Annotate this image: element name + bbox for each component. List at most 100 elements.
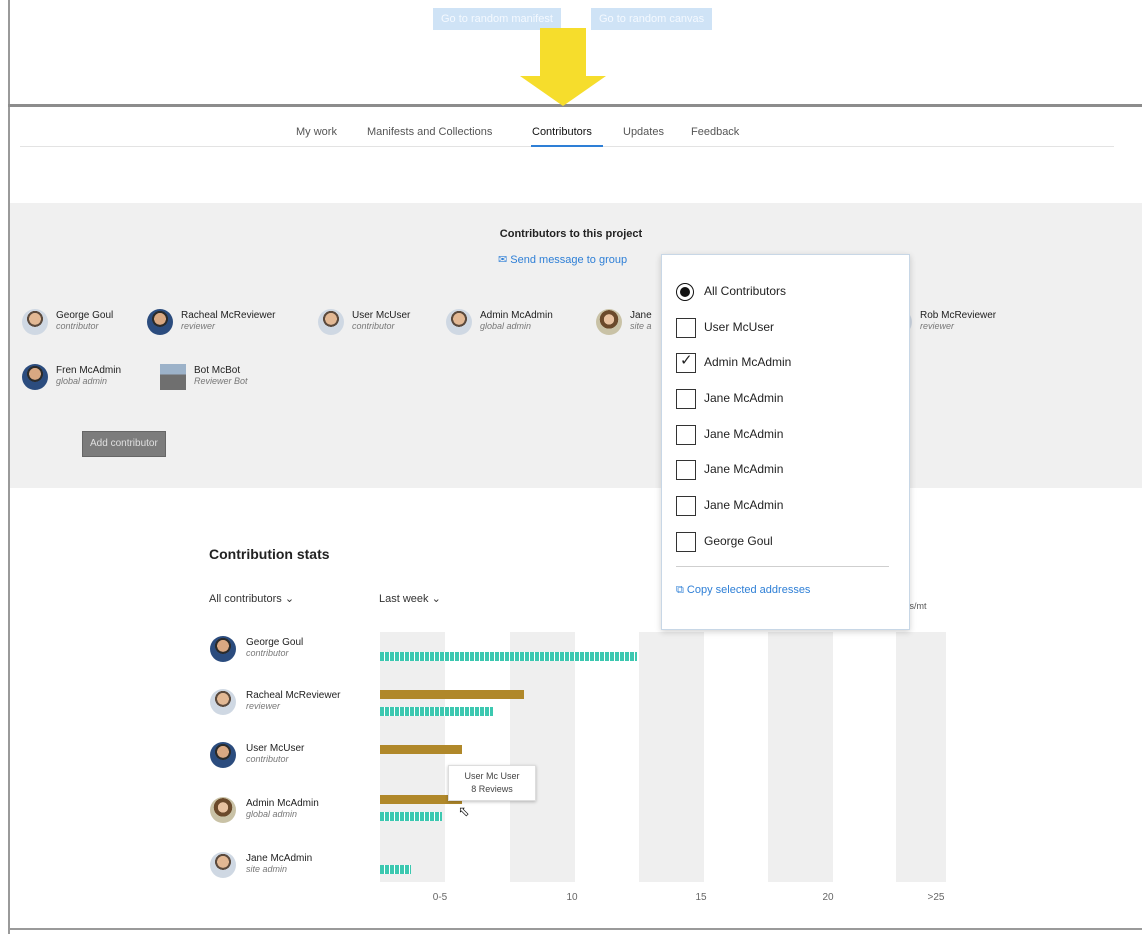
bar-teal-4[interactable] [380, 865, 411, 874]
mail-icon: ✉ [498, 254, 508, 266]
stats-name: Admin McAdmin [246, 798, 319, 809]
stats-role: contributor [246, 648, 289, 658]
checkbox[interactable] [676, 496, 696, 516]
random-manifest-button[interactable]: Go to random manifest [433, 8, 561, 30]
contributors-filter-label: All contributors [209, 593, 282, 605]
chevron-down-icon: ⌄ [431, 593, 441, 605]
avatar [210, 689, 236, 715]
radio-selected-icon [676, 283, 694, 301]
avatar [147, 309, 173, 335]
contributor-role: contributor [56, 321, 99, 331]
bar-gold-1[interactable] [380, 690, 524, 699]
option-label: Jane McAdmin [704, 498, 784, 512]
checkbox[interactable] [676, 532, 696, 552]
active-tab-indicator [531, 145, 603, 147]
option-label: Jane McAdmin [704, 391, 784, 405]
checkbox[interactable] [676, 389, 696, 409]
chevron-down-icon: ⌄ [284, 593, 295, 605]
avatar [210, 852, 236, 878]
tab-contributors[interactable]: Contributors [532, 126, 592, 138]
stats-name: George Goul [246, 637, 304, 648]
avatar [446, 309, 472, 335]
contributor-name: Racheal McReviewer [181, 310, 276, 321]
chart-band [639, 632, 704, 882]
send-message-label: Send message to group [510, 254, 628, 266]
stats-name: Jane McAdmin [246, 853, 313, 864]
chart-band [510, 632, 575, 882]
option-label: All Contributors [704, 284, 787, 298]
stats-role: site admin [246, 864, 288, 874]
x-tick-label: 20 [822, 892, 834, 903]
contributor-role: global admin [56, 376, 108, 386]
checkbox[interactable]: ✓ [676, 352, 696, 373]
random-canvas-button[interactable]: Go to random canvas [591, 8, 713, 30]
contributor-name: Rob McReviewer [920, 310, 997, 321]
bar-teal-1[interactable] [380, 707, 493, 716]
tab-updates[interactable]: Updates [623, 126, 664, 138]
option-label: George Goul [704, 534, 773, 548]
bar-tooltip: User Mc User 8 Reviews [448, 765, 536, 801]
stats-title: Contribution stats [209, 546, 330, 562]
avatar [596, 309, 622, 335]
tab-my-work[interactable]: My work [296, 126, 337, 138]
contributor-role: reviewer [181, 321, 216, 331]
checkbox[interactable] [676, 460, 696, 480]
contributors-title: Contributors to this project [499, 228, 643, 240]
chart-band [768, 632, 833, 882]
copy-label: Copy selected addresses [686, 584, 811, 596]
period-filter-dropdown[interactable]: Last week ⌄ [379, 592, 441, 605]
top-nav: My work Manifests and Collections Contri… [0, 126, 1142, 146]
contributor-name: Admin McAdmin [480, 310, 553, 321]
checkbox[interactable] [676, 318, 696, 338]
tab-feedback[interactable]: Feedback [691, 126, 739, 138]
avatar [210, 797, 236, 823]
copy-icon: ⧉ [676, 584, 684, 596]
bar-teal-3[interactable] [380, 812, 442, 821]
checkbox[interactable] [676, 425, 696, 445]
option-label: Jane McAdmin [704, 462, 784, 476]
avatar [22, 364, 48, 390]
contributors-panel [10, 203, 1142, 488]
tab-manifests-collections[interactable]: Manifests and Collections [367, 126, 492, 138]
x-tick-label: 0-5 [432, 892, 448, 903]
contributors-filter-dropdown[interactable]: All contributors ⌄ [209, 592, 294, 605]
option-label: Jane McAdmin [704, 427, 784, 441]
recipient-dropdown: All Contributors User McUser ✓ Admin McA… [661, 254, 910, 630]
contributor-role: contributor [352, 321, 395, 331]
tooltip-line2: 8 Reviews [471, 784, 513, 794]
bar-gold-2[interactable] [380, 745, 462, 754]
option-label: Admin McAdmin [704, 355, 792, 369]
contributor-role: global admin [480, 321, 532, 331]
stats-role: contributor [246, 754, 289, 764]
avatar [318, 309, 344, 335]
stats-name: Racheal McReviewer [246, 690, 341, 701]
contributor-role: reviewer [920, 321, 955, 331]
frame-bottom-border [8, 928, 1142, 930]
option-label: User McUser [704, 320, 775, 334]
contributor-name: Bot McBot [194, 365, 241, 376]
contributor-name: Fren McAdmin [56, 365, 122, 376]
tooltip-line1: User Mc User [464, 771, 520, 781]
dropdown-divider [676, 566, 889, 567]
chart-band [380, 632, 445, 882]
contributor-role: Reviewer Bot [194, 376, 248, 386]
x-tick-label: >25 [927, 892, 945, 903]
avatar [210, 636, 236, 662]
bar-teal-0[interactable] [380, 652, 637, 661]
contributor-name: Jane [630, 310, 652, 321]
stats-name: User McUser [246, 743, 305, 754]
checkmark-icon: ✓ [680, 352, 693, 369]
x-tick-label: 10 [566, 892, 578, 903]
annotation-arrow-head [520, 76, 606, 106]
avatar [22, 309, 48, 335]
add-contributor-button[interactable]: Add contributor [82, 431, 166, 457]
contributor-role: site a [630, 321, 652, 331]
copy-addresses-link[interactable]: ⧉ Copy selected addresses [676, 584, 810, 597]
send-message-link[interactable]: ✉ Send message to group [498, 253, 627, 266]
mouse-cursor-icon: ⬁ [458, 803, 470, 819]
stats-role: reviewer [246, 701, 281, 711]
period-filter-label: Last week [379, 593, 429, 605]
chart-band [896, 632, 946, 882]
contributor-name: George Goul [56, 310, 114, 321]
avatar [160, 364, 186, 390]
